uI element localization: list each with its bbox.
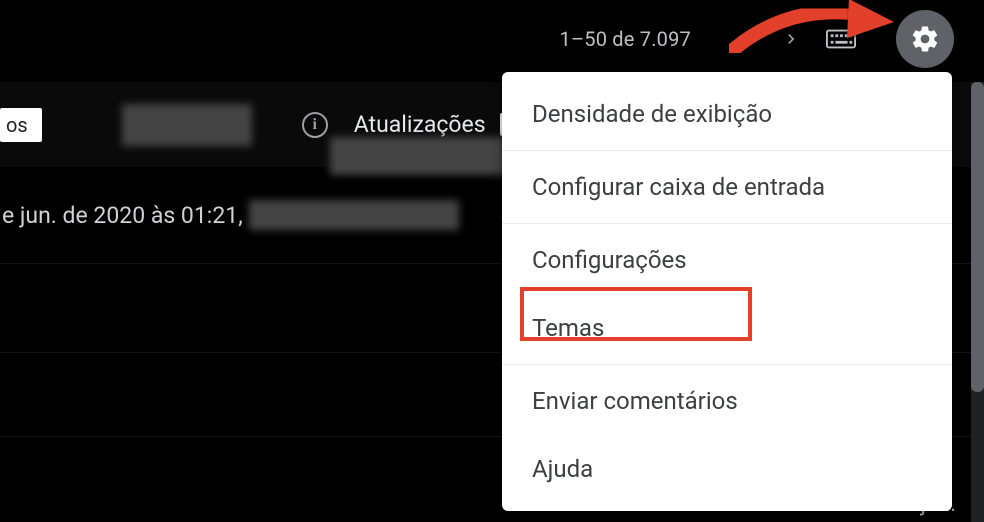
- settings-gear-button[interactable]: [896, 10, 954, 68]
- tab-updates[interactable]: Atualizações: [354, 111, 486, 138]
- divider: [502, 223, 952, 224]
- divider: [502, 364, 952, 365]
- settings-menu: Densidade de exibição Configurar caixa d…: [502, 72, 952, 511]
- menu-help[interactable]: Ajuda: [502, 435, 952, 503]
- menu-configure-inbox[interactable]: Configurar caixa de entrada: [502, 153, 952, 221]
- info-icon: i: [302, 112, 328, 138]
- menu-themes[interactable]: Temas: [502, 294, 952, 362]
- tab-primary[interactable]: os: [0, 108, 42, 142]
- date-text: e jun. de 2020 às 01:21,: [2, 202, 243, 229]
- pagination-count: 1–50 de 7.097: [560, 27, 692, 51]
- keyboard-icon: [826, 28, 856, 50]
- scrollbar[interactable]: [971, 82, 984, 522]
- chevron-right-icon: [781, 29, 801, 49]
- scrollbar-thumb[interactable]: [971, 82, 984, 392]
- menu-display-density[interactable]: Densidade de exibição: [502, 80, 952, 148]
- menu-send-feedback[interactable]: Enviar comentários: [502, 367, 952, 435]
- redacted-block: [122, 104, 252, 146]
- redacted-block: [249, 200, 459, 230]
- prev-page-button[interactable]: [721, 19, 761, 59]
- divider: [502, 150, 952, 151]
- gear-icon: [910, 24, 940, 54]
- next-page-button[interactable]: [771, 19, 811, 59]
- menu-settings[interactable]: Configurações: [502, 226, 952, 294]
- input-tools-button[interactable]: [821, 19, 861, 59]
- chevron-left-icon: [731, 29, 751, 49]
